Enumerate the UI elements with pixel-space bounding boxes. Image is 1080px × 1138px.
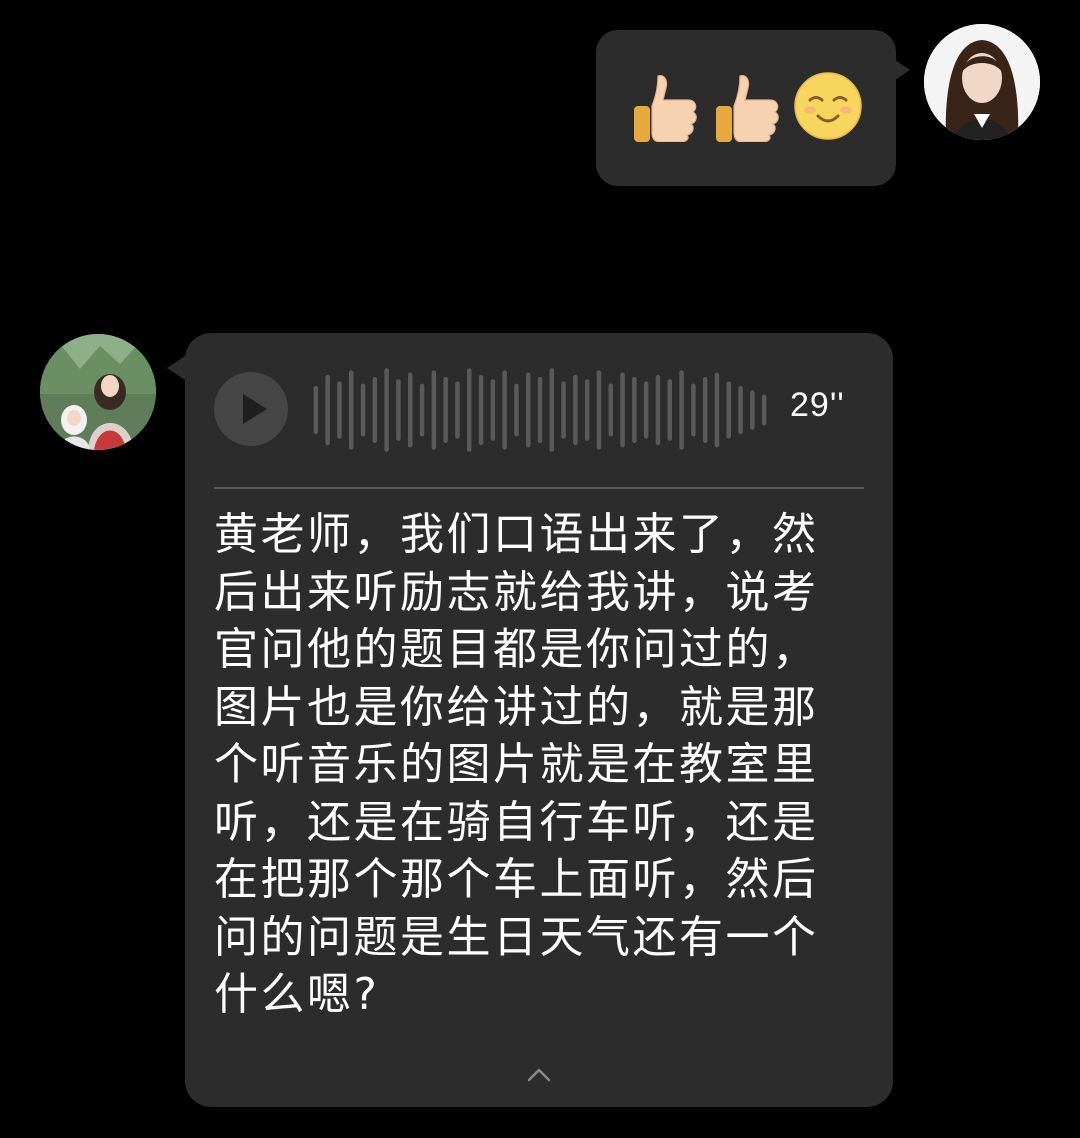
waveform-bar [419,383,425,437]
waveform-bar [691,383,696,437]
user-avatar-right[interactable] [924,24,1040,140]
waveform-bar [431,370,437,450]
waveform-bar [549,368,554,452]
waveform-bar [608,383,613,437]
waveform-bar [526,372,531,448]
waveform-bar [643,381,649,439]
waveform-bar [455,381,460,439]
waveform-bar [337,381,342,439]
waveform-bar [620,372,625,448]
play-icon [243,394,267,424]
thumbs-up-icon [716,75,779,142]
waveform-bar [738,385,743,435]
thumbs-up-icon [634,75,697,142]
waveform-bar [750,390,755,430]
waveform-bar [761,394,767,426]
waveform-bar [313,385,319,435]
waveform-bar [667,379,672,441]
waveform-bar [596,370,602,450]
avatar-portrait-icon [924,24,1040,140]
chevron-up-icon[interactable] [524,1062,554,1086]
incoming-bubble-tail [167,356,185,380]
waveform-bar [632,377,637,443]
waveform-bar [584,379,590,441]
waveform-bar [679,370,684,450]
waveform-bar [349,370,354,450]
voice-transcript-text: 黄老师，我们口语出来了，然后出来听励志就给我讲，说考官问他的题目都是你问过的，图… [214,509,819,1020]
waveform-bar [396,379,401,441]
contact-avatar-left[interactable] [40,334,156,450]
smiling-face-icon [794,72,862,140]
waveform-bar [443,377,448,443]
waveform-bar [384,368,389,452]
voice-waveform[interactable] [310,366,770,454]
play-button[interactable] [214,372,288,446]
waveform-bar [467,368,472,452]
waveform-bar [514,383,519,437]
waveform-bar [726,381,731,439]
waveform-bar [702,377,708,443]
divider [214,487,864,489]
waveform-bar [408,372,413,448]
waveform-bar [325,374,330,446]
waveform-bar [372,377,378,443]
waveform-bar [655,374,661,446]
waveform-bar [490,379,496,441]
waveform-bar [573,374,578,446]
avatar-picture-icon [40,334,156,450]
outgoing-bubble-tail [892,58,910,82]
waveform-bar [714,372,720,448]
waveform-bar [537,377,543,443]
waveform-bar [561,381,566,439]
waveform-bar [502,370,507,450]
waveform-bar [360,383,366,437]
waveform-bar [478,374,484,446]
voice-duration: 29'' [790,386,845,424]
